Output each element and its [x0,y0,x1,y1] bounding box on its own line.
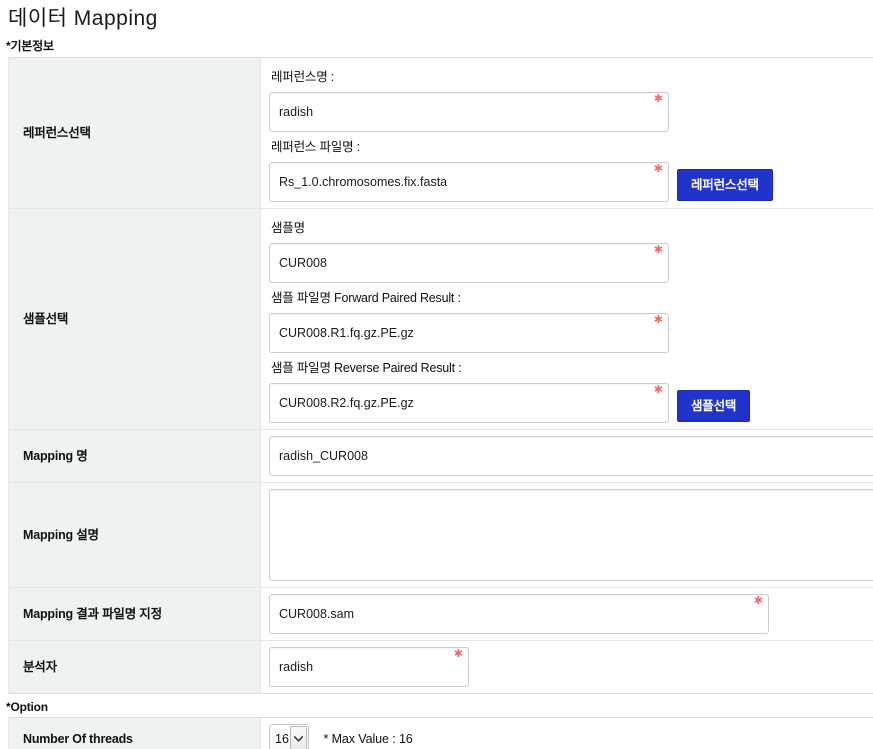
mapping-name-input[interactable]: radish_CUR008 [269,436,873,477]
required-asterisk-icon: ✱ [453,648,463,661]
table-row-mapping-name: Mapping 명 radish_CUR008 [8,429,873,483]
analyst-input[interactable]: radish [269,647,469,688]
mapping-form-page: 데이터 Mapping *기본정보 레퍼런스선택 레퍼런스명 : radish … [0,0,873,749]
threads-select-value: 16 [275,732,289,747]
reference-file-input-wrap: Rs_1.0.chromosomes.fix.fasta ✱ [269,162,669,203]
row-field-analyst: radish ✱ [260,640,873,694]
reference-name-input-wrap: radish ✱ [269,92,669,133]
sample-reverse-file-input[interactable]: CUR008.R2.fq.gz.PE.gz [269,383,669,424]
required-asterisk-icon: ✱ [653,314,663,327]
row-field-mapping-description [260,482,873,588]
sample-name-label: 샘플명 [271,221,305,236]
row-label-number-of-threads: Number Of threads [8,717,261,749]
reference-file-label: 레퍼런스 파일명 : [271,140,360,155]
threads-select[interactable]: 16 [269,724,309,749]
sample-reverse-file-input-wrap: CUR008.R2.fq.gz.PE.gz ✱ [269,383,669,424]
mapping-name-input-wrap: radish_CUR008 [269,436,873,477]
row-label-sample-select: 샘플선택 [8,208,261,430]
table-row-mapping-description: Mapping 설명 [8,482,873,588]
row-field-reference-select: 레퍼런스명 : radish ✱ 레퍼런스 파일명 : Rs_1.0.chrom… [260,57,873,209]
row-field-sample-select: 샘플명 CUR008 ✱ 샘플 파일명 Forward Paired Resul… [260,208,873,430]
reference-name-input[interactable]: radish [269,92,669,133]
option-table: Number Of threads 16 * Max Value : 16 De… [8,717,873,749]
mapping-description-textarea[interactable] [269,489,873,582]
mapping-result-filename-input-wrap: CUR008.sam ✱ [269,594,769,635]
row-label-analyst: 분석자 [8,640,261,694]
threads-max-value-hint: * Max Value : 16 [323,732,413,747]
table-row-sample-select: 샘플선택 샘플명 CUR008 ✱ 샘플 파일명 Forward Paired … [8,208,873,430]
sample-forward-file-input-wrap: CUR008.R1.fq.gz.PE.gz ✱ [269,313,669,354]
sample-forward-file-label: 샘플 파일명 Forward Paired Result : [271,291,461,306]
row-field-mapping-result-filename: CUR008.sam ✱ [260,587,873,641]
row-label-reference-select: 레퍼런스선택 [8,57,261,209]
page-title: 데이터 Mapping [8,7,158,30]
analyst-input-wrap: radish ✱ [269,647,469,688]
sample-name-input[interactable]: CUR008 [269,243,669,284]
chevron-down-icon[interactable] [290,726,307,749]
required-asterisk-icon: ✱ [653,244,663,257]
row-field-mapping-name: radish_CUR008 [260,429,873,483]
sample-select-button[interactable]: 샘플선택 [677,389,751,423]
table-row-number-of-threads: Number Of threads 16 * Max Value : 16 [8,717,873,749]
required-asterisk-icon: ✱ [653,163,663,176]
table-row-reference-select: 레퍼런스선택 레퍼런스명 : radish ✱ 레퍼런스 파일명 : Rs_1.… [8,57,873,209]
table-row-mapping-result-filename: Mapping 결과 파일명 지정 CUR008.sam ✱ [8,587,873,641]
row-label-mapping-description: Mapping 설명 [8,482,261,588]
reference-name-label: 레퍼런스명 : [271,70,335,85]
sample-name-input-wrap: CUR008 ✱ [269,243,669,284]
table-row-analyst: 분석자 radish ✱ [8,640,873,694]
basic-info-table: 레퍼런스선택 레퍼런스명 : radish ✱ 레퍼런스 파일명 : Rs_1.… [8,57,873,695]
mapping-result-filename-input[interactable]: CUR008.sam [269,594,769,635]
required-asterisk-icon: ✱ [753,595,763,608]
section-label-option: *Option [6,700,48,715]
required-asterisk-icon: ✱ [653,384,663,397]
reference-select-button[interactable]: 레퍼런스선택 [677,168,773,202]
sample-reverse-file-label: 샘플 파일명 Reverse Paired Result : [271,361,462,376]
row-field-number-of-threads: 16 * Max Value : 16 [260,717,873,749]
row-label-mapping-name: Mapping 명 [8,429,261,483]
required-asterisk-icon: ✱ [653,93,663,106]
reference-file-input[interactable]: Rs_1.0.chromosomes.fix.fasta [269,162,669,203]
sample-forward-file-input[interactable]: CUR008.R1.fq.gz.PE.gz [269,313,669,354]
section-label-basic-info: *기본정보 [6,39,54,54]
row-label-mapping-result-filename: Mapping 결과 파일명 지정 [8,587,261,641]
